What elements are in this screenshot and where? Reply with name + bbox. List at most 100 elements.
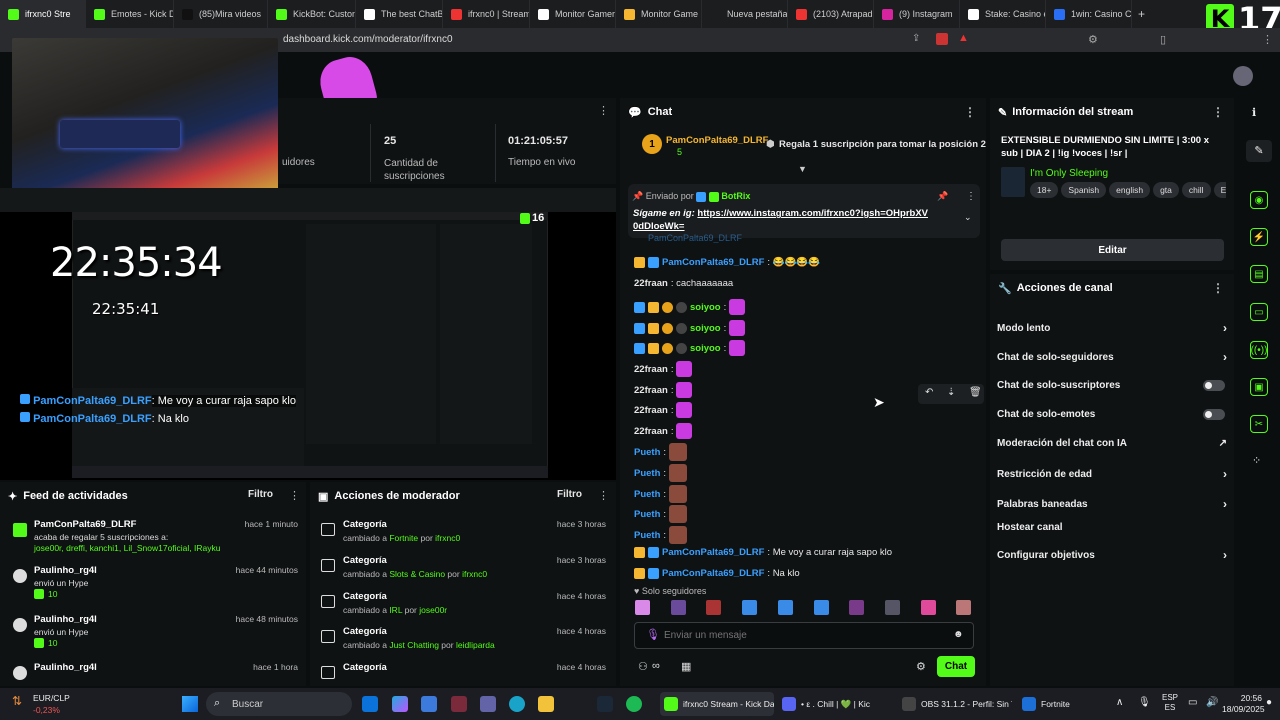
menu-icon[interactable]: ⋮ bbox=[1262, 33, 1273, 46]
chat-user[interactable]: 22fraan bbox=[634, 405, 668, 416]
mod-detail-mod[interactable]: ifrxnc0 bbox=[435, 533, 460, 543]
mod-detail-target[interactable]: Slots & Casino bbox=[389, 569, 445, 579]
browser-tab[interactable]: (85)Mira videos bbox=[174, 0, 268, 28]
mod-detail-mod[interactable]: jose00r bbox=[419, 605, 447, 615]
notification-icon[interactable]: ● bbox=[1266, 697, 1272, 708]
send-chat-button[interactable]: Chat bbox=[937, 656, 975, 677]
feed-user[interactable]: Paulinho_rg4l bbox=[34, 565, 97, 576]
chat-user[interactable]: soiyoo bbox=[690, 343, 721, 354]
browser-tab[interactable]: ifrxnc0 Stre bbox=[0, 0, 86, 28]
pinned-sender[interactable]: BotRix bbox=[721, 191, 750, 201]
emote-slot-icon[interactable] bbox=[742, 600, 758, 615]
toggle-switch[interactable] bbox=[1203, 409, 1225, 420]
browser-tab[interactable]: Nueva pestaña bbox=[702, 0, 788, 28]
browser-tab[interactable]: Monitor Game bbox=[616, 0, 702, 28]
spotify-app-icon[interactable] bbox=[626, 696, 642, 712]
chat-settings-icon[interactable]: ⚙ bbox=[916, 660, 926, 673]
mic-icon[interactable]: 🎙 bbox=[1138, 697, 1151, 708]
chat-user[interactable]: PamConPalta69_DLRF bbox=[662, 568, 764, 579]
mod-detail-mod[interactable]: leidliparda bbox=[456, 640, 495, 650]
delete-icon[interactable]: 🗑 bbox=[969, 387, 982, 398]
alert-icon[interactable]: ▲ bbox=[958, 32, 969, 44]
stream-info-menu-icon[interactable]: ⋮ bbox=[1212, 105, 1224, 119]
taskbar-app[interactable]: • ε . Chill | 💚 | Kic bbox=[778, 692, 892, 716]
chain-icon[interactable]: ∞ bbox=[652, 660, 660, 672]
chat-menu-icon[interactable]: ⋮ bbox=[964, 105, 976, 119]
emote-slot-icon[interactable] bbox=[706, 600, 722, 615]
activity-menu-icon[interactable]: ⋮ bbox=[289, 489, 300, 502]
chat-input[interactable] bbox=[664, 628, 944, 642]
mod-filter-button[interactable]: Filtro bbox=[557, 489, 582, 500]
mod-detail-target[interactable]: Just Chatting bbox=[389, 640, 439, 650]
outlook-app-icon[interactable] bbox=[362, 696, 378, 712]
sidebar-toggle-icon[interactable]: ▯ bbox=[1160, 33, 1166, 46]
emote-slot-icon[interactable] bbox=[884, 600, 900, 615]
steam-app-icon[interactable] bbox=[597, 696, 613, 712]
taskbar-app[interactable]: Fortnite bbox=[1018, 692, 1132, 716]
chat-user[interactable]: 22fraan bbox=[634, 426, 668, 437]
layout-icon[interactable]: ▣ bbox=[1250, 378, 1268, 396]
store-app-icon[interactable] bbox=[421, 696, 437, 712]
chat-user[interactable]: 22fraan bbox=[634, 364, 668, 375]
channel-action-item[interactable]: Restricción de edad › bbox=[997, 467, 1227, 481]
emote-slot-icon[interactable] bbox=[813, 600, 829, 615]
activity-filter-button[interactable]: Filtro bbox=[248, 489, 273, 500]
category-name[interactable]: I'm Only Sleeping bbox=[1030, 168, 1108, 179]
chat-user[interactable]: PamConPalta69_DLRF bbox=[662, 257, 764, 268]
browser-tab[interactable]: (9) Instagram bbox=[874, 0, 960, 28]
teams-app-icon[interactable] bbox=[480, 696, 496, 712]
browser-tab[interactable]: 1win: Casino Cr bbox=[1046, 0, 1132, 28]
channel-action-item[interactable]: Hostear canal bbox=[997, 522, 1227, 533]
taskbar-app[interactable]: OBS 31.1.2 - Perfil: Sin Tí bbox=[898, 692, 1012, 716]
channel-action-item[interactable]: Configurar objetivos › bbox=[997, 548, 1227, 562]
emote-picker-icon[interactable]: 🎙 bbox=[646, 628, 660, 641]
unpin-icon[interactable]: 📌 bbox=[937, 191, 948, 202]
browser-tab[interactable]: Monitor Gamer bbox=[530, 0, 616, 28]
chat-user[interactable]: Pueth bbox=[634, 447, 660, 458]
feed-user[interactable]: PamConPalta69_DLRF bbox=[34, 519, 136, 530]
pinned-expand-icon[interactable]: ⌄ bbox=[964, 212, 972, 223]
puzzle-icon[interactable]: ⚙ bbox=[1088, 33, 1098, 46]
chat-user[interactable]: Pueth bbox=[634, 489, 660, 500]
emoji-icon[interactable]: ☻ bbox=[953, 629, 964, 640]
edge-app-icon[interactable] bbox=[509, 696, 525, 712]
feed-user[interactable]: Paulinho_rg4l bbox=[34, 614, 97, 625]
windows-start-icon[interactable] bbox=[182, 696, 198, 712]
channel-action-item[interactable]: Palabras baneadas › bbox=[997, 497, 1227, 511]
gift-leader-user[interactable]: PamConPalta69_DLRF bbox=[666, 135, 768, 146]
taskbar-app[interactable]: ifrxnc0 Stream - Kick Da bbox=[660, 692, 774, 716]
chat-user[interactable]: soiyoo bbox=[690, 323, 721, 334]
channel-actions-menu-icon[interactable]: ⋮ bbox=[1212, 281, 1224, 295]
share-icon[interactable]: ⇪ bbox=[912, 33, 920, 44]
channel-action-item[interactable]: Modo lento › bbox=[997, 321, 1227, 335]
emote-slot-icon[interactable] bbox=[956, 600, 972, 615]
collapse-pins-icon[interactable]: ▼ bbox=[798, 164, 807, 174]
browser-tab[interactable]: ifrxnc0 | Stream bbox=[443, 0, 530, 28]
browser-tab[interactable]: Stake: Casino e bbox=[960, 0, 1046, 28]
channel-action-item[interactable]: Chat de solo-suscriptores bbox=[997, 380, 1227, 391]
apps-icon[interactable]: ⁘ bbox=[1252, 454, 1261, 467]
clock[interactable]: 20:56 18/09/2025 bbox=[1222, 693, 1265, 715]
reply-icon[interactable]: ↶ bbox=[925, 387, 933, 398]
toggle-switch[interactable] bbox=[1203, 380, 1225, 391]
emote-slot-icon[interactable] bbox=[849, 600, 865, 615]
stats-menu-icon[interactable]: ⋮ bbox=[598, 104, 609, 117]
stream-tag[interactable]: gta bbox=[1153, 182, 1179, 198]
lang-indicator[interactable]: ESP ES bbox=[1162, 693, 1178, 713]
channel-action-item[interactable]: Moderación del chat con IA ↗ bbox=[997, 438, 1227, 449]
feed-user[interactable]: Paulinho_rg4l bbox=[34, 662, 97, 673]
network-icon[interactable]: ▭ bbox=[1188, 697, 1197, 708]
browser-tab[interactable]: (2103) Atrapad bbox=[788, 0, 874, 28]
mod-menu-icon[interactable]: ⋮ bbox=[598, 489, 609, 502]
info-icon[interactable]: ℹ bbox=[1252, 106, 1256, 119]
copilot-app-icon[interactable] bbox=[392, 696, 408, 712]
avatar[interactable] bbox=[1233, 66, 1253, 86]
stream-tag[interactable]: english bbox=[1109, 182, 1151, 198]
pin-message-icon[interactable]: ⇣ bbox=[947, 387, 955, 398]
tray-chevron-icon[interactable]: ∧ bbox=[1116, 697, 1123, 708]
chat-user[interactable]: 22fraan bbox=[634, 385, 668, 396]
volume-icon[interactable]: 🔊 bbox=[1206, 697, 1218, 708]
emote-slot-icon[interactable] bbox=[777, 600, 793, 615]
document-icon[interactable]: ▤ bbox=[1250, 265, 1268, 283]
channel-action-item[interactable]: Chat de solo-emotes bbox=[997, 409, 1227, 420]
